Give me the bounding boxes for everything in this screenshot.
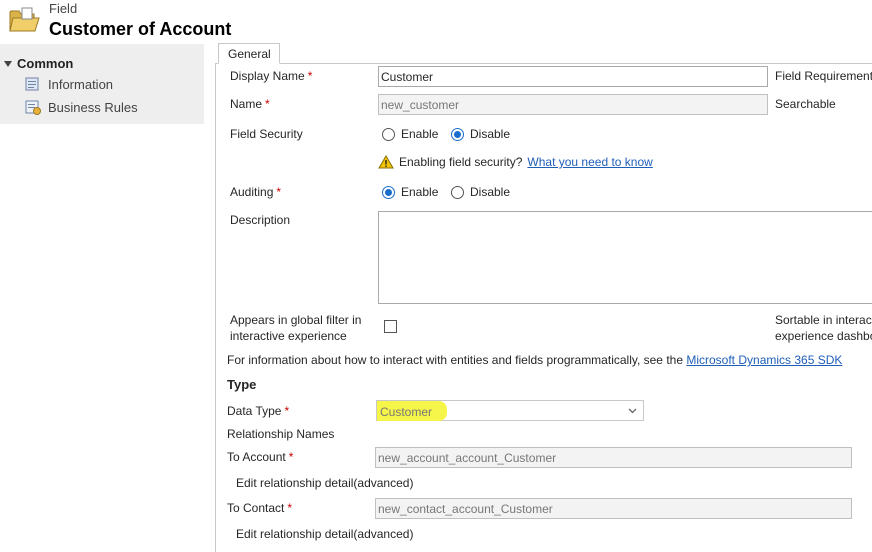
radio-circle: [451, 185, 464, 199]
warning-icon: [378, 155, 394, 169]
information-page-icon: [25, 77, 39, 91]
searchable-label: Searchable: [775, 97, 836, 111]
data-type-select[interactable]: Customer: [376, 400, 644, 421]
global-filter-label-line2: interactive experience: [230, 329, 347, 343]
required-marker: *: [265, 97, 270, 111]
to-account-input[interactable]: new_account_account_Customer: [375, 447, 852, 468]
radio-circle-selected: [451, 127, 464, 141]
sdk-info-line: For information about how to interact wi…: [227, 353, 842, 367]
nav-item-business-rules[interactable]: Business Rules: [25, 100, 138, 115]
sortable-label-line1: Sortable in interac: [775, 313, 872, 327]
field-security-disable-radio[interactable]: Disable: [451, 127, 510, 141]
edit-relationship-detail-link-2[interactable]: Edit relationship detail(advanced): [236, 527, 413, 541]
relationship-names-label: Relationship Names: [227, 427, 335, 441]
to-account-label: To Account *: [227, 450, 294, 464]
to-contact-input[interactable]: new_contact_account_Customer: [375, 498, 852, 519]
required-marker: *: [307, 69, 313, 83]
description-label: Description: [230, 213, 291, 227]
nav-section-label: Common: [17, 56, 74, 71]
field-security-label: Field Security: [230, 127, 303, 141]
nav-item-label: Information: [48, 77, 114, 92]
field-security-enable-radio[interactable]: Enable: [382, 127, 438, 141]
name-label: Name *: [230, 97, 270, 111]
required-marker: *: [284, 404, 290, 418]
radio-label: Disable: [470, 185, 511, 199]
auditing-label: Auditing *: [230, 185, 282, 199]
chevron-down-icon: [628, 408, 637, 414]
radio-label: Enable: [401, 127, 439, 141]
auditing-enable-radio[interactable]: Enable: [382, 185, 438, 199]
type-section-title: Type: [227, 377, 257, 392]
tab-general[interactable]: General: [218, 43, 280, 64]
name-input[interactable]: new_customer: [378, 94, 768, 115]
sdk-info-text: For information about how to interact wi…: [227, 353, 683, 367]
data-type-value: Customer: [380, 405, 433, 419]
description-textarea[interactable]: [378, 211, 872, 304]
to-contact-label: To Contact *: [227, 501, 293, 515]
folder-icon: [9, 7, 40, 32]
sortable-label-line2: experience dashbo: [775, 329, 872, 343]
global-filter-checkbox[interactable]: [384, 320, 397, 333]
radio-circle: [382, 127, 395, 141]
warning-text: Enabling field security?: [399, 155, 523, 169]
edit-relationship-detail-link-1[interactable]: Edit relationship detail(advanced): [236, 476, 413, 490]
entity-label: Field: [49, 1, 78, 16]
dynamics-sdk-link[interactable]: Microsoft Dynamics 365 SDK: [686, 353, 842, 367]
page-header: Field Customer of Account: [0, 0, 872, 44]
radio-label: Disable: [470, 127, 511, 141]
required-marker: *: [287, 501, 293, 515]
page-title: Customer of Account: [49, 19, 232, 39]
nav-item-information[interactable]: Information: [25, 77, 113, 92]
field-security-warning: Enabling field security? What you need t…: [378, 155, 653, 169]
radio-circle-selected: [382, 185, 395, 199]
nav-section-common[interactable]: Common: [4, 56, 73, 71]
collapse-triangle-icon: [4, 60, 12, 67]
field-requirement-label: Field Requirement: [775, 69, 872, 83]
nav-item-label: Business Rules: [48, 100, 138, 115]
data-type-label: Data Type *: [227, 404, 290, 418]
radio-label: Enable: [401, 185, 439, 199]
left-navigation: Common Information Business Rules: [0, 44, 204, 124]
display-name-label: Display Name *: [230, 69, 313, 83]
display-name-input[interactable]: Customer: [378, 66, 768, 87]
required-marker: *: [276, 185, 282, 199]
what-you-need-to-know-link[interactable]: What you need to know: [527, 155, 652, 169]
auditing-disable-radio[interactable]: Disable: [451, 185, 510, 199]
required-marker: *: [288, 450, 294, 464]
business-rules-icon: [25, 100, 41, 115]
global-filter-label-line1: Appears in global filter in: [230, 313, 362, 327]
